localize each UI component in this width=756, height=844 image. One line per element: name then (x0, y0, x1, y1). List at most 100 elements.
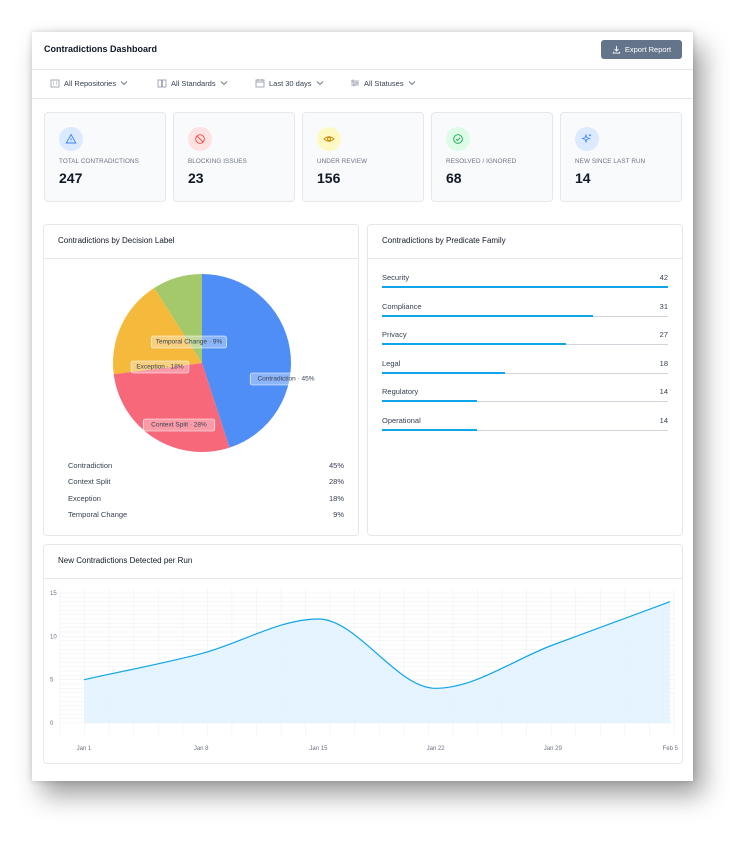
legend-name: Contradiction (68, 461, 113, 470)
legend-name: Temporal Change (68, 510, 128, 519)
sparkle-icon (581, 133, 591, 144)
pie-data-label: Temporal Change · 9% (151, 335, 227, 349)
x-tick-label: Jan 8 (194, 746, 209, 752)
predicate-name: Privacy (382, 330, 407, 339)
export-report-button[interactable]: Export Report (601, 40, 682, 59)
area-fill (84, 601, 670, 723)
sliders-icon (351, 79, 359, 87)
chevron-down-icon (316, 81, 323, 86)
pie-data-label: Contradiction · 45% (249, 372, 323, 386)
predicate-count: 27 (659, 330, 668, 339)
predicate-bar-fill (382, 428, 478, 431)
svg-text:Contradiction · 45%: Contradiction · 45% (257, 376, 314, 383)
predicate-count: 42 (659, 273, 668, 282)
filter-standards-label: All Standards (171, 78, 216, 88)
predicate-count: 18 (659, 358, 668, 368)
predicate-count: 14 (659, 415, 668, 425)
x-tick-label: Jan 29 (544, 746, 563, 752)
predicate-row-security: Security 42 (382, 273, 668, 289)
predicate-count: 14 (659, 387, 668, 396)
filter-standards[interactable]: All Standards (157, 78, 228, 88)
predicate-name: Legal (382, 358, 401, 368)
kpi-new-since-last-run: NEW SINCE LAST RUN 14 (560, 112, 682, 202)
kpi-total-contradictions: TOTAL CONTRADICTIONS 247 (44, 112, 166, 202)
divider (368, 258, 682, 259)
kpi-icon-bg (59, 127, 83, 151)
svg-text:Context Split · 28%: Context Split · 28% (151, 422, 207, 429)
kpi-value: 68 (446, 170, 462, 186)
header: Contradictions Dashboard Export Report (32, 32, 693, 70)
kpi-label: RESOLVED / IGNORED (446, 158, 517, 165)
filter-statuses[interactable]: All Statuses (350, 78, 416, 88)
runs-area-chart: 0 5 10 15 Jan 1 Jan 8 Jan 15 Jan 22 Jan 29 Feb 5 (50, 589, 679, 752)
filter-repositories-label: All Repositories (64, 78, 117, 88)
legend-pct: 45% (328, 461, 344, 470)
filter-repositories[interactable]: All Repositories (50, 78, 128, 88)
calendar-icon (255, 79, 265, 88)
predicate-row-operational: Operational 14 (382, 416, 668, 432)
predicate-bar-fill (382, 371, 505, 374)
kpi-value: 247 (59, 170, 83, 186)
predicate-name: Operational (382, 415, 421, 425)
y-tick-label: 0 (50, 721, 54, 727)
runs-chart-card: New Contradictions Detected per Run 0 5 10… (43, 544, 683, 764)
legend-name: Exception (68, 494, 101, 503)
legend-row-contradiction: Contradiction 45% (68, 461, 344, 470)
decision-label-card: Contradictions by Decision Label Contrad… (43, 224, 359, 536)
kpi-icon-bg (575, 127, 599, 151)
x-tick-label: Jan 15 (309, 746, 328, 752)
kpi-resolved-ignored: RESOLVED / IGNORED 68 (431, 112, 553, 202)
book-icon (157, 79, 167, 88)
legend-row-exception: Exception 18% (68, 494, 344, 503)
x-tick-label: Jan 22 (427, 746, 446, 752)
legend-pct: 9% (333, 510, 344, 519)
chevron-down-icon (120, 81, 128, 86)
kpi-value: 156 (317, 170, 341, 186)
eye-icon (323, 136, 335, 142)
card-title: Contradictions by Decision Label (58, 236, 175, 245)
x-tick-label: Jan 1 (77, 746, 92, 752)
kpi-under-review: UNDER REVIEW 156 (302, 112, 424, 202)
predicate-row-legal: Legal 18 (382, 359, 668, 375)
predicate-bar-fill (382, 314, 594, 317)
predicate-count: 31 (659, 301, 668, 311)
y-tick-label: 10 (50, 634, 57, 640)
kpi-value: 14 (575, 170, 591, 186)
legend-row-context-split: Context Split 28% (68, 477, 344, 486)
kpi-icon-bg (317, 127, 341, 151)
kpi-icon-bg (446, 127, 470, 151)
kpi-icon-bg (188, 127, 212, 151)
kpi-label: NEW SINCE LAST RUN (575, 158, 646, 165)
chevron-down-icon (220, 81, 227, 86)
filter-date-range-label: Last 30 days (269, 78, 312, 88)
warning-icon (65, 133, 77, 144)
predicate-row-privacy: Privacy 27 (382, 330, 668, 346)
predicate-name: Compliance (382, 301, 422, 311)
filter-date-range[interactable]: Last 30 days (255, 78, 324, 88)
predicate-name: Regulatory (382, 387, 419, 396)
chevron-down-icon (408, 81, 415, 86)
download-icon (612, 45, 620, 54)
export-report-label: Export Report (624, 45, 672, 54)
block-icon (195, 134, 205, 144)
check-circle-icon (453, 134, 463, 144)
page-title: Contradictions Dashboard (44, 44, 158, 54)
kpi-value: 23 (188, 170, 204, 186)
dashboard-window: Contradictions Dashboard Export Report A… (32, 32, 693, 781)
x-tick-label: Feb 5 (663, 746, 679, 752)
y-tick-label: 5 (50, 678, 54, 684)
filter-bar: All Repositories All Standards Last 30 d… (32, 70, 693, 99)
card-title: Contradictions by Predicate Family (382, 236, 506, 245)
y-tick-label: 15 (50, 591, 57, 597)
kpi-label: BLOCKING ISSUES (188, 158, 247, 165)
predicate-name: Security (382, 273, 410, 282)
predicate-bar-fill (382, 286, 668, 288)
svg-text:Temporal Change · 9%: Temporal Change · 9% (156, 339, 223, 346)
pie-data-label: Context Split · 28% (142, 418, 216, 432)
building-icon (50, 79, 60, 88)
legend-row-temporal-change: Temporal Change 9% (68, 510, 344, 519)
predicate-family-card: Contradictions by Predicate Family Secur… (367, 224, 683, 536)
legend-pct: 28% (328, 477, 344, 486)
pie-data-label: Exception · 18% (130, 360, 190, 374)
kpi-label: TOTAL CONTRADICTIONS (59, 158, 139, 165)
